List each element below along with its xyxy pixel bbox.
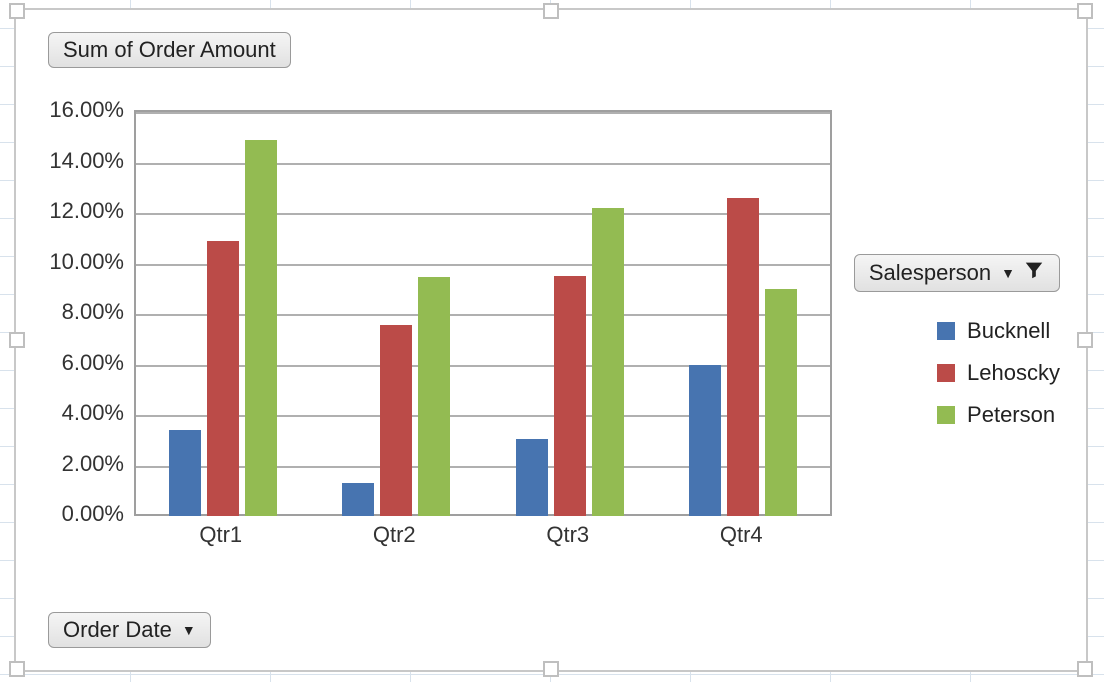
legend-item-peterson[interactable]: Peterson: [937, 402, 1060, 428]
legend-label: Lehoscky: [967, 360, 1060, 386]
y-tick-label: 12.00%: [16, 198, 124, 224]
legend-swatch: [937, 406, 955, 424]
bar-peterson-qtr3[interactable]: [592, 208, 624, 516]
legend-field-label: Salesperson: [869, 260, 991, 286]
bar-lehoscky-qtr3[interactable]: [554, 276, 586, 516]
gridline: [136, 163, 830, 165]
x-tick-label: Qtr3: [546, 522, 589, 548]
y-tick-label: 10.00%: [16, 249, 124, 275]
y-tick-label: 2.00%: [16, 451, 124, 477]
gridline: [136, 213, 830, 215]
x-tick-label: Qtr1: [199, 522, 242, 548]
y-tick-label: 0.00%: [16, 501, 124, 527]
axis-field-button[interactable]: Order Date ▼: [48, 612, 211, 648]
bar-peterson-qtr1[interactable]: [245, 140, 277, 516]
legend-swatch: [937, 364, 955, 382]
y-tick-label: 14.00%: [16, 148, 124, 174]
resize-handle[interactable]: [1077, 661, 1093, 677]
bar-lehoscky-qtr1[interactable]: [207, 241, 239, 516]
y-tick-label: 8.00%: [16, 299, 124, 325]
legend-item-bucknell[interactable]: Bucknell: [937, 318, 1060, 344]
resize-handle[interactable]: [9, 332, 25, 348]
dropdown-arrow-icon: ▼: [1001, 265, 1015, 281]
values-field-button[interactable]: Sum of Order Amount: [48, 32, 291, 68]
resize-handle[interactable]: [543, 661, 559, 677]
values-field-label: Sum of Order Amount: [63, 37, 276, 63]
axis-field-label: Order Date: [63, 617, 172, 643]
resize-handle[interactable]: [1077, 332, 1093, 348]
x-tick-label: Qtr2: [373, 522, 416, 548]
bar-peterson-qtr4[interactable]: [765, 289, 797, 516]
bar-bucknell-qtr1[interactable]: [169, 430, 201, 516]
x-tick-label: Qtr4: [720, 522, 763, 548]
bar-lehoscky-qtr4[interactable]: [727, 198, 759, 516]
legend-item-lehoscky[interactable]: Lehoscky: [937, 360, 1060, 386]
legend-field-button[interactable]: Salesperson ▼: [854, 254, 1060, 292]
y-tick-label: 6.00%: [16, 350, 124, 376]
gridline: [136, 112, 830, 114]
legend-swatch: [937, 322, 955, 340]
x-axis-line: [136, 514, 830, 516]
gridline: [136, 314, 830, 316]
gridline: [136, 415, 830, 417]
resize-handle[interactable]: [543, 3, 559, 19]
gridline: [136, 365, 830, 367]
bar-bucknell-qtr2[interactable]: [342, 483, 374, 516]
bar-lehoscky-qtr2[interactable]: [380, 325, 412, 516]
y-tick-label: 4.00%: [16, 400, 124, 426]
bar-peterson-qtr2[interactable]: [418, 277, 450, 516]
bar-bucknell-qtr3[interactable]: [516, 439, 548, 516]
dropdown-arrow-icon: ▼: [182, 622, 196, 638]
gridline: [136, 264, 830, 266]
legend: Bucknell Lehoscky Peterson: [937, 302, 1060, 444]
legend-label: Bucknell: [967, 318, 1050, 344]
bar-bucknell-qtr4[interactable]: [689, 365, 721, 517]
plot-area[interactable]: [134, 110, 832, 516]
legend-label: Peterson: [967, 402, 1055, 428]
y-tick-label: 16.00%: [16, 97, 124, 123]
gridline: [136, 466, 830, 468]
resize-handle[interactable]: [1077, 3, 1093, 19]
pivot-chart-object[interactable]: Sum of Order Amount Order Date ▼ Salespe…: [14, 8, 1088, 672]
resize-handle[interactable]: [9, 3, 25, 19]
filter-icon: [1023, 259, 1045, 287]
resize-handle[interactable]: [9, 661, 25, 677]
